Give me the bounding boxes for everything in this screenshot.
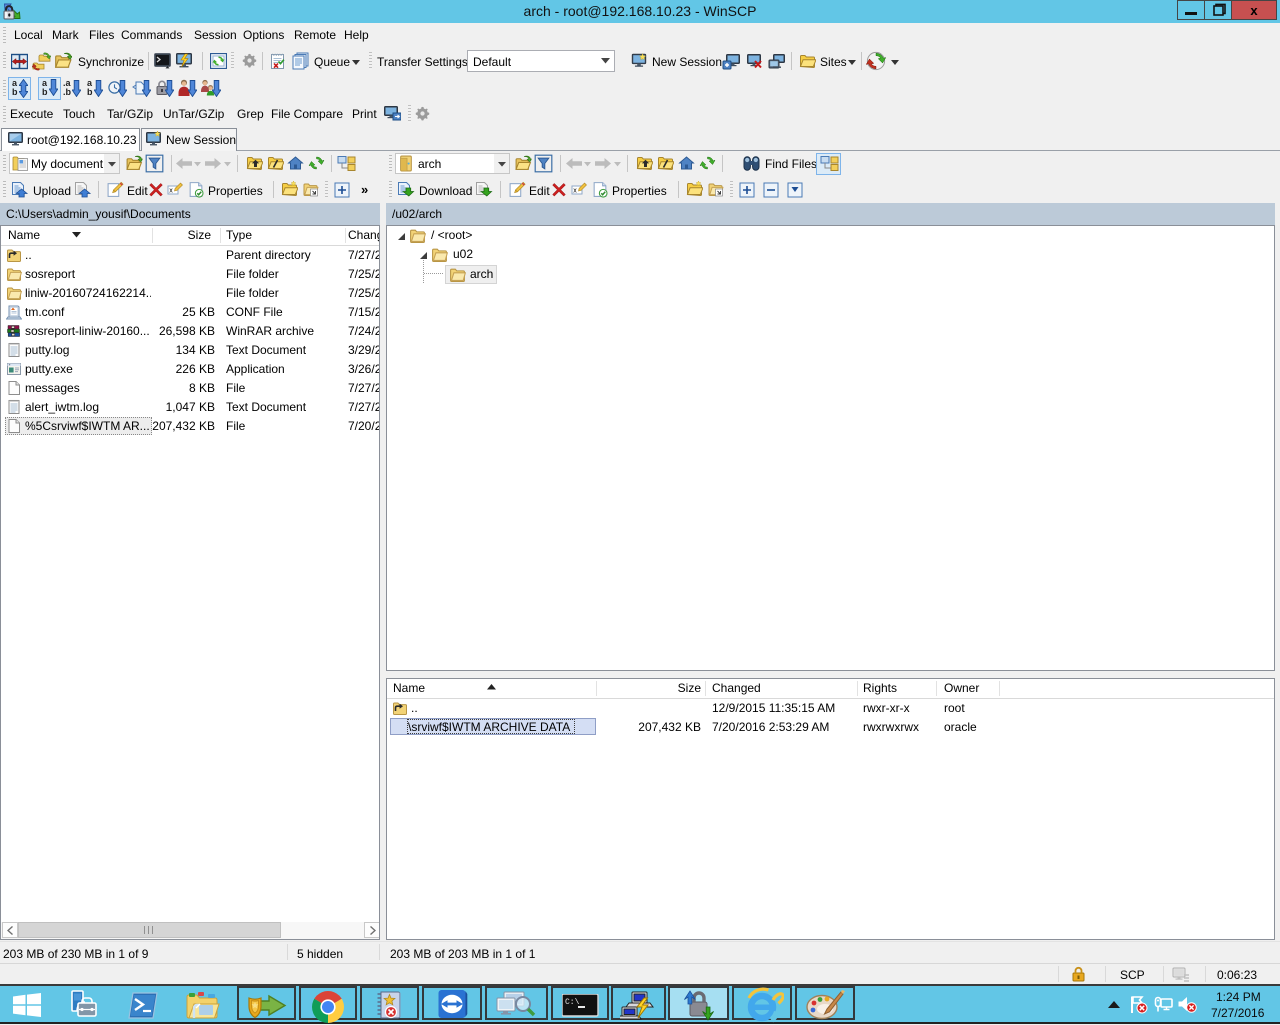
svg-text:C:\: C:\ <box>565 998 580 1007</box>
svg-text:x: x <box>169 188 173 195</box>
svg-text:x: x <box>573 188 577 195</box>
